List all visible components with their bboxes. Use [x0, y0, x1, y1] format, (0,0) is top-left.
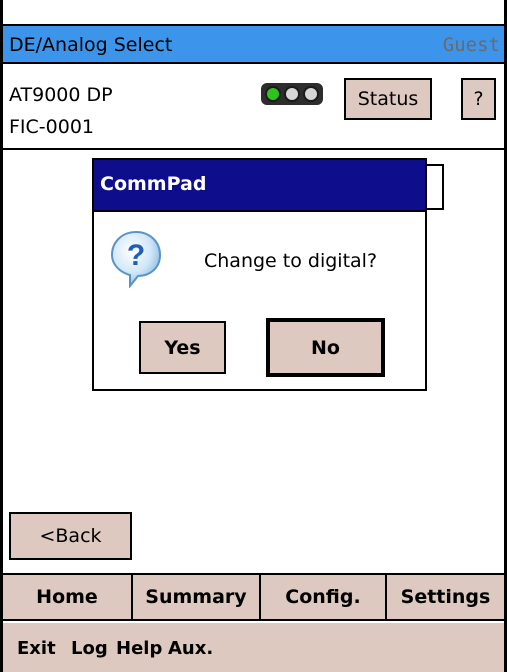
bottom-tabs: Home Summary Config. Settings: [3, 573, 504, 621]
tab-home[interactable]: Home: [3, 575, 133, 619]
traffic-light-icon: [261, 83, 323, 105]
menu-help[interactable]: Help: [116, 638, 162, 659]
no-button[interactable]: No: [266, 318, 385, 377]
back-button[interactable]: <Back: [9, 512, 132, 560]
menu-log[interactable]: Log: [71, 638, 108, 659]
menu-aux[interactable]: Aux.: [168, 638, 213, 659]
dialog-message: Change to digital?: [204, 250, 378, 272]
menu-bar: Exit Log Help Aux.: [3, 623, 504, 672]
status-button[interactable]: Status: [344, 78, 432, 120]
red-light-icon: [303, 86, 319, 102]
device-model: AT9000 DP: [9, 84, 113, 106]
yellow-light-icon: [284, 86, 300, 102]
help-button[interactable]: ?: [461, 78, 496, 120]
tab-config[interactable]: Config.: [261, 575, 387, 619]
tab-summary[interactable]: Summary: [133, 575, 261, 619]
green-light-icon: [265, 86, 281, 102]
svg-text:?: ?: [127, 239, 145, 272]
menu-exit[interactable]: Exit: [17, 638, 56, 659]
confirm-dialog: CommPad ? Change to digital? Yes No: [92, 158, 427, 391]
question-icon: ?: [110, 230, 162, 288]
tab-settings[interactable]: Settings: [387, 575, 504, 619]
device-tag: FIC-0001: [9, 116, 95, 138]
dialog-title-bar: CommPad: [94, 160, 425, 212]
title-bar: DE/Analog Select Guest: [3, 24, 504, 64]
dialog-title: CommPad: [100, 173, 207, 195]
yes-button[interactable]: Yes: [139, 321, 226, 374]
device-header: AT9000 DP FIC-0001 Status ?: [3, 64, 504, 150]
user-label: Guest: [442, 34, 500, 56]
screen-title: DE/Analog Select: [9, 34, 173, 56]
background-window-edge: [424, 164, 444, 210]
